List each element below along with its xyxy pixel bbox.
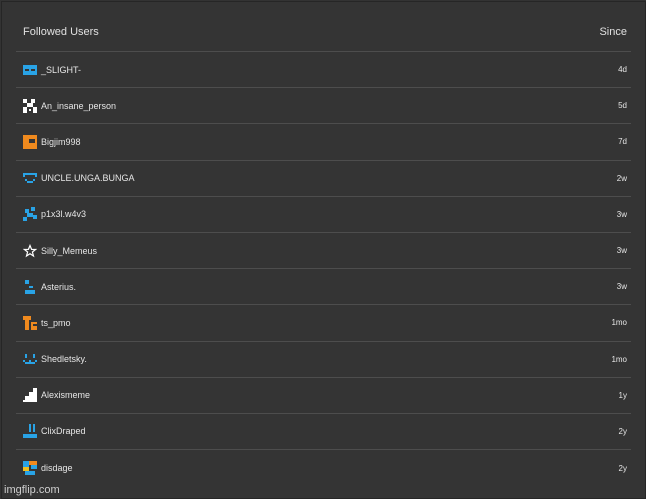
- followed-users-heading: Followed Users: [23, 25, 99, 38]
- blue-dots-icon: [23, 279, 37, 294]
- user-row[interactable]: Bigjim998 7d: [16, 124, 631, 161]
- user-row[interactable]: An_insane_person 5d: [16, 88, 631, 125]
- user-row[interactable]: Shedletsky. 1mo: [16, 342, 631, 378]
- since-value: 5d: [618, 101, 627, 111]
- username[interactable]: Bigjim998: [41, 137, 618, 147]
- user-row[interactable]: p1x3l.w4v3 3w: [16, 197, 631, 233]
- since-value: 1mo: [611, 354, 627, 364]
- username[interactable]: Shedletsky.: [41, 354, 611, 364]
- since-value: 2y: [618, 426, 627, 436]
- username[interactable]: Asterius.: [41, 282, 617, 292]
- user-row[interactable]: ClixDraped 2y: [16, 414, 631, 451]
- blue-block-icon: [23, 63, 37, 77]
- user-row[interactable]: ts_pmo 1mo: [16, 305, 631, 342]
- since-value: 3w: [616, 246, 627, 256]
- blue-smile-icon: [23, 352, 37, 366]
- mixed-pixel-icon: [23, 461, 37, 476]
- since-value: 7d: [618, 137, 627, 147]
- user-row[interactable]: disdage 2y: [16, 450, 631, 486]
- user-row[interactable]: Silly_Memeus 3w: [16, 233, 631, 270]
- since-value: 2y: [618, 463, 627, 473]
- username[interactable]: UNCLE.UNGA.BUNGA: [41, 173, 617, 183]
- username[interactable]: Silly_Memeus: [41, 246, 617, 256]
- imgflip-watermark: imgflip.com: [4, 484, 60, 496]
- username[interactable]: p1x3l.w4v3: [41, 209, 617, 219]
- username[interactable]: ClixDraped: [41, 426, 619, 436]
- since-value: 3w: [616, 282, 627, 292]
- user-list: _SLIGHT- 4d An_insane_person 5d Bigjim99…: [16, 52, 631, 486]
- since-value: 1mo: [611, 318, 627, 328]
- username[interactable]: _SLIGHT-: [41, 65, 618, 75]
- orange-block-icon: [23, 134, 37, 149]
- star-icon: [23, 243, 37, 258]
- table-header: Followed Users Since: [16, 12, 631, 52]
- blue-underscore-icon: [23, 424, 37, 439]
- username[interactable]: Alexismeme: [41, 390, 619, 400]
- orange-ts-icon: [23, 315, 37, 330]
- username[interactable]: disdage: [41, 463, 619, 473]
- since-value: 1y: [618, 390, 627, 400]
- since-value: 2w: [616, 173, 627, 183]
- user-row[interactable]: Alexismeme 1y: [16, 378, 631, 414]
- username[interactable]: An_insane_person: [41, 101, 618, 111]
- blue-pixel-icon: [23, 207, 37, 222]
- since-value: 3w: [616, 209, 627, 219]
- user-row[interactable]: Asterius. 3w: [16, 269, 631, 306]
- since-column-header: Since: [599, 25, 627, 38]
- white-checker-icon: [23, 98, 37, 113]
- user-row[interactable]: _SLIGHT- 4d: [16, 52, 631, 89]
- blue-face-icon: [23, 171, 37, 185]
- user-row[interactable]: UNCLE.UNGA.BUNGA 2w: [16, 161, 631, 197]
- since-value: 4d: [618, 65, 627, 75]
- white-stairs-icon: [23, 388, 37, 403]
- username[interactable]: ts_pmo: [41, 318, 611, 328]
- followed-users-panel: Followed Users Since _SLIGHT- 4d An_insa…: [1, 1, 646, 499]
